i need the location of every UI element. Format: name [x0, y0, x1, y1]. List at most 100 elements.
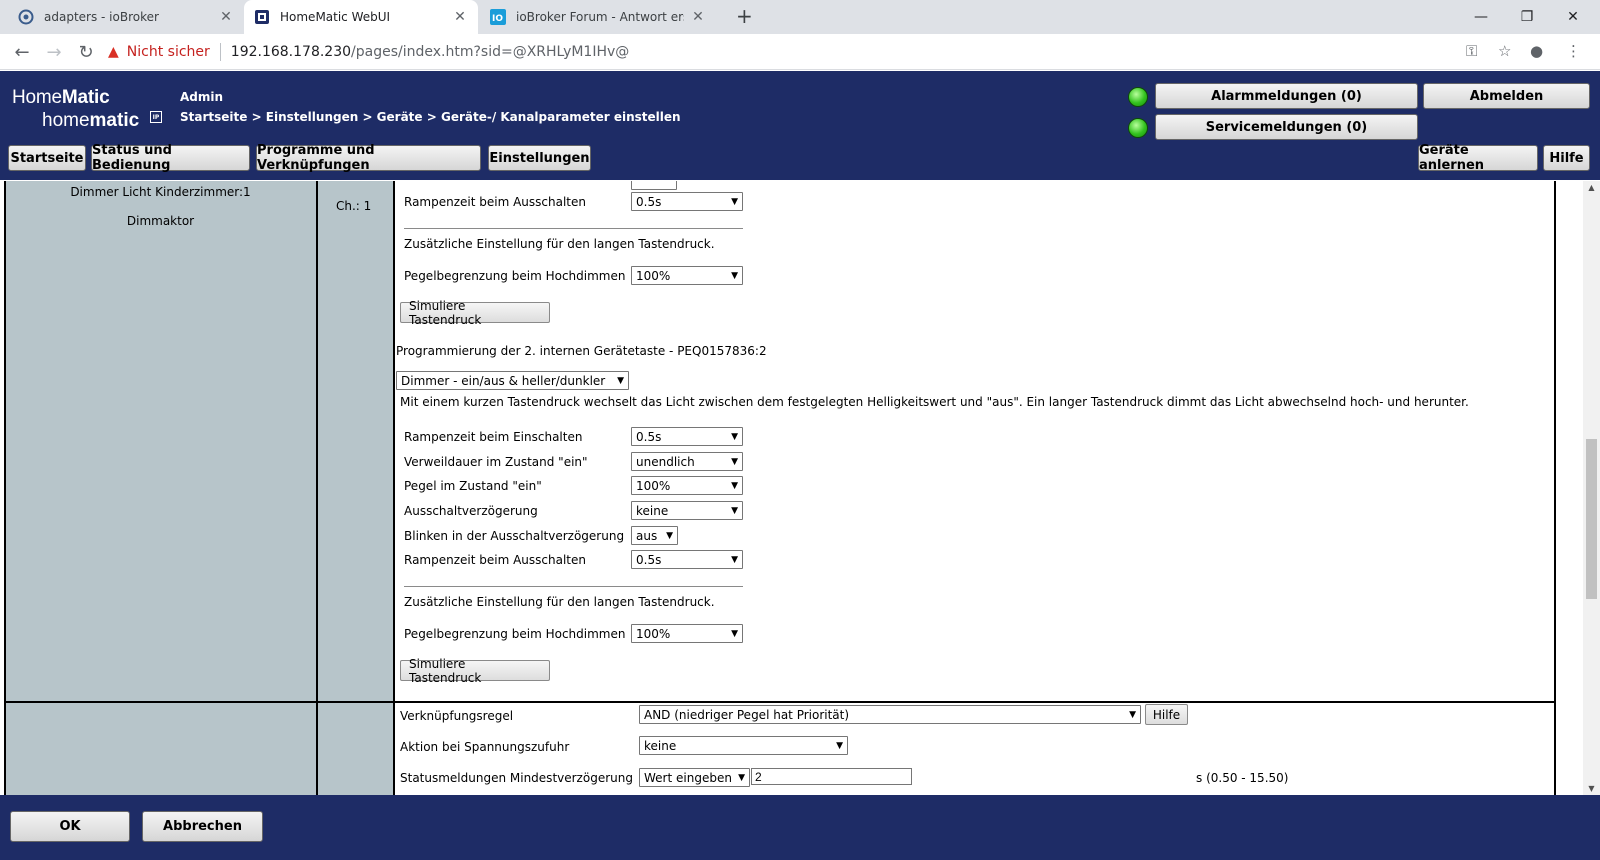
separator: [404, 228, 743, 229]
homematic-header: HomeMatic homematic IP Admin Startseite …: [0, 71, 1600, 180]
browser-tab-title: HomeMatic WebUI: [280, 10, 391, 24]
alarm-messages-button[interactable]: Alarmmeldungen (0): [1155, 83, 1418, 109]
separator: [404, 586, 743, 587]
browser-tab-adapters[interactable]: adapters - ioBroker ✕: [8, 0, 244, 34]
teach-devices-button[interactable]: Geräte anlernen: [1418, 143, 1538, 173]
browser-tab-bar: adapters - ioBroker ✕ HomeMatic WebUI ✕ …: [0, 0, 1600, 34]
window-close-icon[interactable]: ✕: [1550, 0, 1596, 34]
browser-tab-title: ioBroker Forum - Antwort erstelle: [516, 10, 684, 24]
param-label: Blinken in der Ausschaltverzögerung: [404, 529, 625, 543]
new-tab-icon[interactable]: +: [736, 4, 753, 28]
account-icon[interactable]: ●: [1530, 42, 1543, 60]
chevron-down-icon: ▼: [731, 456, 738, 467]
link-rule-select[interactable]: AND (niedriger Pegel hat Priorität) ▼: [639, 705, 1141, 724]
svg-text:IO: IO: [492, 14, 503, 24]
chevron-down-icon: ▼: [731, 431, 738, 442]
warning-icon: ▲: [108, 44, 119, 60]
device-type: Dimmaktor: [126, 214, 195, 228]
param-label: Ausschaltverzögerung: [404, 504, 538, 518]
profile-select[interactable]: Dimmer - ein/aus & heller/dunkler ▼: [396, 371, 629, 390]
ramp-off-select[interactable]: 0.5s ▼: [631, 192, 743, 211]
power-action-select[interactable]: keine ▼: [639, 736, 848, 755]
param-label: Verweildauer im Zustand "ein": [404, 455, 588, 469]
alarm-status-led-icon: [1128, 87, 1148, 107]
io-forum-icon: IO: [490, 9, 506, 25]
browser-toolbar: ← → ↻ ▲ Nicht sicher 192.168.178.230 /pa…: [0, 34, 1600, 70]
reload-icon[interactable]: ↻: [74, 40, 98, 64]
link-rule-label: Verknüpfungsregel: [400, 709, 514, 723]
security-label: Nicht sicher: [126, 44, 210, 60]
address-bar[interactable]: ▲ Nicht sicher 192.168.178.230 /pages/in…: [108, 38, 1508, 66]
profile-description: Mit einem kurzen Tastendruck wechselt da…: [400, 395, 1469, 409]
address-separator: [219, 43, 221, 61]
level-limit-select[interactable]: 100% ▼: [631, 624, 743, 643]
restore-icon[interactable]: ❐: [1504, 0, 1550, 34]
long-press-note: Zusätzliche Einstellung für den langen T…: [404, 595, 715, 609]
rule-help-button[interactable]: Hilfe: [1145, 704, 1188, 725]
nav-startseite[interactable]: Startseite: [8, 145, 86, 171]
security-warning[interactable]: ▲ Nicht sicher: [108, 44, 210, 60]
level-limit-label: Pegelbegrenzung beim Hochdimmen: [404, 627, 626, 641]
ramp-on-select[interactable]: 0.5s ▼: [631, 427, 743, 446]
close-icon[interactable]: ✕: [690, 9, 706, 25]
service-messages-button[interactable]: Servicemeldungen (0): [1155, 114, 1418, 140]
off-delay-select[interactable]: keine ▼: [631, 501, 743, 520]
close-icon[interactable]: ✕: [218, 9, 234, 25]
param-label: Rampenzeit beim Ausschalten: [404, 553, 586, 567]
channel-label: Ch.: 1: [336, 199, 372, 213]
chevron-down-icon: ▼: [731, 480, 738, 491]
on-level-select[interactable]: 100% ▼: [631, 476, 743, 495]
star-icon[interactable]: ☆: [1498, 42, 1511, 60]
ramp-off-label: Rampenzeit beim Ausschalten: [404, 195, 586, 209]
ramp-off-select[interactable]: 0.5s ▼: [631, 550, 743, 569]
section-heading: Programmierung der 2. internen Gerätetas…: [396, 344, 767, 358]
nav-settings[interactable]: Einstellungen: [488, 145, 591, 171]
on-duration-select[interactable]: unendlich ▼: [631, 452, 743, 471]
back-icon[interactable]: ←: [10, 40, 34, 64]
browser-tab-forum[interactable]: IO ioBroker Forum - Antwort erstelle ✕: [480, 0, 716, 34]
status-delay-mode-select[interactable]: Wert eingeben ▼: [639, 768, 750, 787]
chevron-down-icon: ▼: [836, 740, 843, 751]
row-divider: [4, 701, 1556, 703]
footer-bar: OK Abbrechen: [0, 795, 1600, 860]
nav-status[interactable]: Status und Bedienung: [91, 143, 250, 173]
browser-tab-homematic[interactable]: HomeMatic WebUI ✕: [244, 0, 478, 34]
ok-button[interactable]: OK: [10, 811, 130, 842]
url-host: 192.168.178.230: [230, 44, 352, 60]
chevron-down-icon: ▼: [738, 772, 745, 783]
level-limit-select[interactable]: 100% ▼: [631, 266, 743, 285]
minimize-icon[interactable]: —: [1458, 0, 1504, 34]
status-delay-label: Statusmeldungen Mindestverzögerung: [400, 771, 633, 785]
nav-programs[interactable]: Programme und Verknüpfungen: [256, 143, 481, 173]
param-label: Pegel im Zustand "ein": [404, 479, 542, 493]
hidden-select[interactable]: [631, 181, 677, 190]
chevron-down-icon: ▼: [666, 530, 673, 541]
simulate-keypress-button[interactable]: Simuliere Tastendruck: [400, 657, 550, 685]
simulate-keypress-button[interactable]: Simuliere Tastendruck: [400, 299, 550, 327]
level-limit-label: Pegelbegrenzung beim Hochdimmen: [404, 269, 626, 283]
chevron-down-icon: ▼: [731, 196, 738, 207]
close-icon[interactable]: ✕: [452, 9, 468, 25]
key-icon[interactable]: ⚿: [1466, 42, 1477, 60]
cancel-button[interactable]: Abbrechen: [142, 811, 263, 842]
username: Admin: [180, 90, 224, 104]
breadcrumb: Startseite > Einstellungen > Geräte > Ge…: [180, 110, 681, 124]
chevron-down-icon: ▼: [731, 270, 738, 281]
menu-icon[interactable]: ⋮: [1566, 42, 1581, 60]
scroll-up-icon[interactable]: ▲: [1583, 183, 1600, 192]
device-parameter-table: Dimmer Licht Kinderzimmer:1 Dimmaktor Ch…: [0, 181, 1583, 795]
chevron-down-icon: ▼: [617, 375, 624, 386]
scroll-down-icon[interactable]: ▼: [1583, 784, 1600, 793]
help-button[interactable]: Hilfe: [1543, 145, 1590, 171]
homematic-icon: [254, 9, 270, 25]
vertical-scrollbar[interactable]: ▲ ▼: [1583, 181, 1600, 795]
blink-select[interactable]: aus ▼: [631, 526, 678, 545]
status-delay-input[interactable]: [751, 768, 912, 785]
browser-tab-title: adapters - ioBroker: [44, 10, 159, 24]
scrollbar-thumb[interactable]: [1586, 439, 1597, 599]
homematic-ip-logo: homematic: [42, 110, 140, 131]
logout-button[interactable]: Abmelden: [1423, 83, 1590, 109]
forward-icon[interactable]: →: [42, 40, 66, 64]
chevron-down-icon: ▼: [731, 628, 738, 639]
homematic-logo: HomeMatic: [12, 87, 110, 108]
